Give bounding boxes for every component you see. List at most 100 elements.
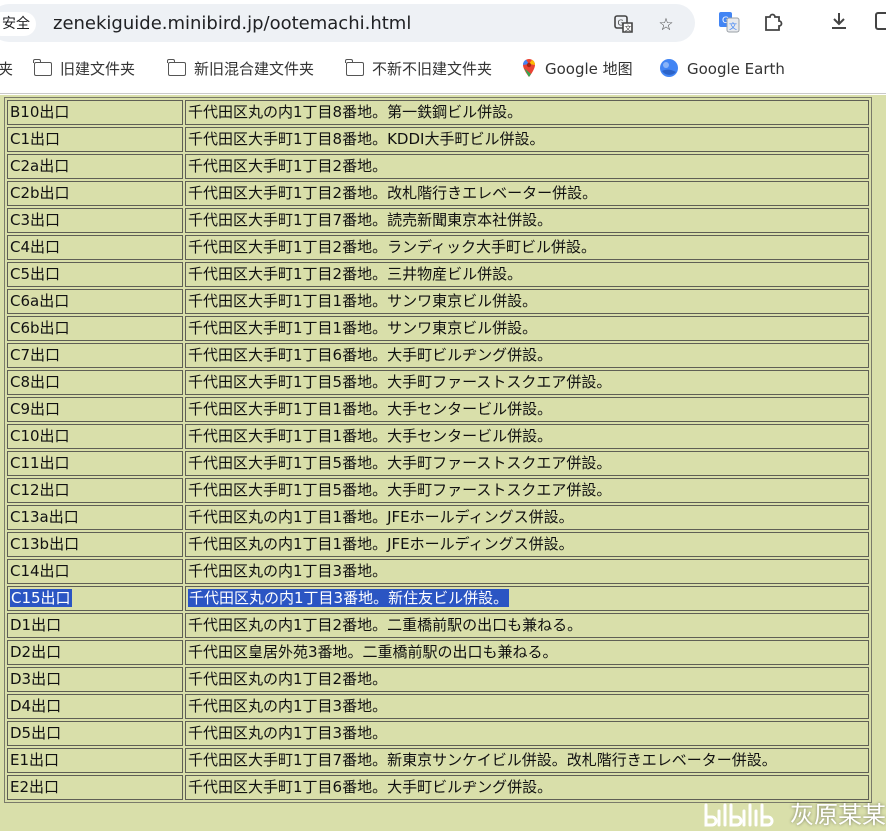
exit-name-cell: B10出口 [7, 100, 183, 125]
exit-name-cell: C11出口 [7, 451, 183, 476]
profile-icon[interactable] [870, 10, 886, 36]
bookmark-label: 新旧混合建文件夹 [194, 60, 315, 78]
exit-description: 千代田区丸の内1丁目1番地。JFEホールディングス併設。 [188, 535, 574, 553]
exit-name: C15出口 [10, 589, 72, 607]
table-row: C4出口 千代田区大手町1丁目2番地。ランディック大手町ビル併設。 [7, 235, 869, 260]
folder-icon [167, 59, 186, 76]
chrome-divider [0, 93, 886, 94]
exit-description-cell: 千代田区大手町1丁目8番地。KDDI大手町ビル併設。 [185, 127, 869, 152]
exit-name: C2a出口 [10, 157, 70, 175]
exit-name-cell: C3出口 [7, 208, 183, 233]
bookmark-folder-mixed[interactable]: 新旧混合建文件夹 [167, 58, 315, 80]
exit-description-cell: 千代田区丸の内1丁目3番地。新住友ビル併設。 [185, 586, 869, 611]
table-row: C15出口 千代田区丸の内1丁目3番地。新住友ビル併設。 [7, 586, 869, 611]
bookmark-label: 不新不旧建文件夹 [372, 60, 493, 78]
bookmark-folder-old[interactable]: 旧建文件夹 [33, 58, 136, 80]
table-row: D2出口 千代田区皇居外苑3番地。二重橋前駅の出口も兼ねる。 [7, 640, 869, 665]
exit-description: 千代田区丸の内1丁目3番地。 [188, 697, 388, 715]
bookmark-folder-neutral[interactable]: 不新不旧建文件夹 [345, 58, 493, 80]
exit-description-cell: 千代田区大手町1丁目7番地。新東京サンケイビル併設。改札階行きエレベーター併設。 [185, 748, 869, 773]
exit-description-cell: 千代田区大手町1丁目1番地。大手センタービル併設。 [185, 397, 869, 422]
exit-name-cell: C2b出口 [7, 181, 183, 206]
table-row: D1出口 千代田区丸の内1丁目2番地。二重橋前駅の出口も兼ねる。 [7, 613, 869, 638]
watermark-text: 灰原某某 [790, 801, 886, 829]
extensions-puzzle-icon[interactable] [760, 10, 786, 36]
exit-name: C7出口 [10, 346, 61, 364]
exit-description: 千代田区丸の内1丁目2番地。 [188, 670, 388, 688]
exit-name: C9出口 [10, 400, 61, 418]
exit-name: C14出口 [10, 562, 70, 580]
exit-description: 千代田区大手町1丁目8番地。KDDI大手町ビル併設。 [188, 130, 545, 148]
table-row: C7出口 千代田区大手町1丁目6番地。大手町ビルヂング併設。 [7, 343, 869, 368]
exit-description-cell: 千代田区丸の内1丁目2番地。二重橋前駅の出口も兼ねる。 [185, 613, 869, 638]
table-row: C3出口 千代田区大手町1丁目7番地。読売新聞東京本社併設。 [7, 208, 869, 233]
exit-name-cell: C8出口 [7, 370, 183, 395]
svg-text:文: 文 [729, 21, 737, 31]
table-row: B10出口 千代田区丸の内1丁目8番地。第一鉄鋼ビル併設。 [7, 100, 869, 125]
bookmark-google-earth[interactable]: Google Earth [659, 58, 785, 80]
exit-name: D3出口 [10, 670, 62, 688]
address-bar[interactable]: 安全 zenekiguide.minibird.jp/ootemachi.htm… [0, 4, 695, 42]
exit-name-cell: C13b出口 [7, 532, 183, 557]
google-translate-extension-icon[interactable]: G文 [716, 10, 742, 36]
url-text[interactable]: zenekiguide.minibird.jp/ootemachi.html [53, 13, 411, 35]
google-earth-icon [660, 59, 678, 77]
folder-icon [33, 59, 52, 76]
download-icon[interactable] [826, 10, 852, 36]
exit-description: 千代田区大手町1丁目1番地。大手センタービル併設。 [188, 400, 553, 418]
exit-description: 千代田区大手町1丁目7番地。新東京サンケイビル併設。改札階行きエレベーター併設。 [188, 751, 777, 769]
star-icon[interactable]: ☆ [655, 14, 677, 36]
exit-description: 千代田区丸の内1丁目3番地。新住友ビル併設。 [188, 589, 510, 607]
exit-description: 千代田区皇居外苑3番地。二重橋前駅の出口も兼ねる。 [188, 643, 558, 661]
bookmark-google-maps[interactable]: Google 地图 [521, 58, 633, 80]
exit-name: C6b出口 [10, 319, 70, 337]
exit-name-cell: C7出口 [7, 343, 183, 368]
bookmark-label: 旧建文件夹 [60, 60, 136, 78]
exit-description: 千代田区丸の内1丁目3番地。 [188, 562, 388, 580]
exit-name: C13b出口 [10, 535, 80, 553]
table-row: C14出口 千代田区丸の内1丁目3番地。 [7, 559, 869, 584]
svg-text:文: 文 [625, 24, 632, 33]
exit-description-cell: 千代田区皇居外苑3番地。二重橋前駅の出口も兼ねる。 [185, 640, 869, 665]
exit-name: C11出口 [10, 454, 70, 472]
exit-description-cell: 千代田区大手町1丁目1番地。サンワ東京ビル併設。 [185, 289, 869, 314]
exit-description-cell: 千代田区大手町1丁目2番地。ランディック大手町ビル併設。 [185, 235, 869, 260]
exit-description: 千代田区丸の内1丁目8番地。第一鉄鋼ビル併設。 [188, 103, 523, 121]
table-row: C5出口 千代田区大手町1丁目2番地。三井物産ビル併設。 [7, 262, 869, 287]
exit-description: 千代田区丸の内1丁目2番地。二重橋前駅の出口も兼ねる。 [188, 616, 583, 634]
exit-name: C3出口 [10, 211, 61, 229]
exit-name: C13a出口 [10, 508, 79, 526]
exit-name: C10出口 [10, 427, 70, 445]
security-chip[interactable]: 安全 [0, 12, 36, 36]
table-row: D5出口 千代田区丸の内1丁目3番地。 [7, 721, 869, 746]
exit-name: B10出口 [10, 103, 70, 121]
bookmark-cut-item[interactable]: 夹 [0, 58, 13, 80]
browser-chrome: 安全 zenekiguide.minibird.jp/ootemachi.htm… [0, 0, 886, 95]
exit-name-cell: C5出口 [7, 262, 183, 287]
exit-description: 千代田区大手町1丁目1番地。大手センタービル併設。 [188, 427, 553, 445]
exit-description-cell: 千代田区丸の内1丁目1番地。JFEホールディングス併設。 [185, 532, 869, 557]
exit-description: 千代田区大手町1丁目7番地。読売新聞東京本社併設。 [188, 211, 553, 229]
exit-name-cell: C14出口 [7, 559, 183, 584]
exit-name-cell: C12出口 [7, 478, 183, 503]
exit-description-cell: 千代田区丸の内1丁目2番地。 [185, 667, 869, 692]
exit-description-cell: 千代田区大手町1丁目2番地。改札階行きエレベーター併設。 [185, 181, 869, 206]
exit-description: 千代田区大手町1丁目5番地。大手町ファーストスクエア併設。 [188, 373, 612, 391]
exit-name-cell: C10出口 [7, 424, 183, 449]
exit-name: D1出口 [10, 616, 62, 634]
table-row: C12出口 千代田区大手町1丁目5番地。大手町ファーストスクエア併設。 [7, 478, 869, 503]
table-row: C6a出口 千代田区大手町1丁目1番地。サンワ東京ビル併設。 [7, 289, 869, 314]
translate-icon[interactable]: G文 [613, 14, 635, 36]
exit-name: C12出口 [10, 481, 70, 499]
exit-description: 千代田区大手町1丁目5番地。大手町ファーストスクエア併設。 [188, 454, 612, 472]
table-row: E1出口 千代田区大手町1丁目7番地。新東京サンケイビル併設。改札階行きエレベータ… [7, 748, 869, 773]
exit-description: 千代田区丸の内1丁目1番地。JFEホールディングス併設。 [188, 508, 574, 526]
exit-name: D5出口 [10, 724, 62, 742]
table-row: C13b出口 千代田区丸の内1丁目1番地。JFEホールディングス併設。 [7, 532, 869, 557]
exit-description-cell: 千代田区大手町1丁目5番地。大手町ファーストスクエア併設。 [185, 370, 869, 395]
exit-description: 千代田区大手町1丁目1番地。サンワ東京ビル併設。 [188, 319, 538, 337]
exit-description-cell: 千代田区大手町1丁目1番地。サンワ東京ビル併設。 [185, 316, 869, 341]
exit-description-cell: 千代田区大手町1丁目5番地。大手町ファーストスクエア併設。 [185, 451, 869, 476]
exit-name-cell: C1出口 [7, 127, 183, 152]
exit-name-cell: C15出口 [7, 586, 183, 611]
